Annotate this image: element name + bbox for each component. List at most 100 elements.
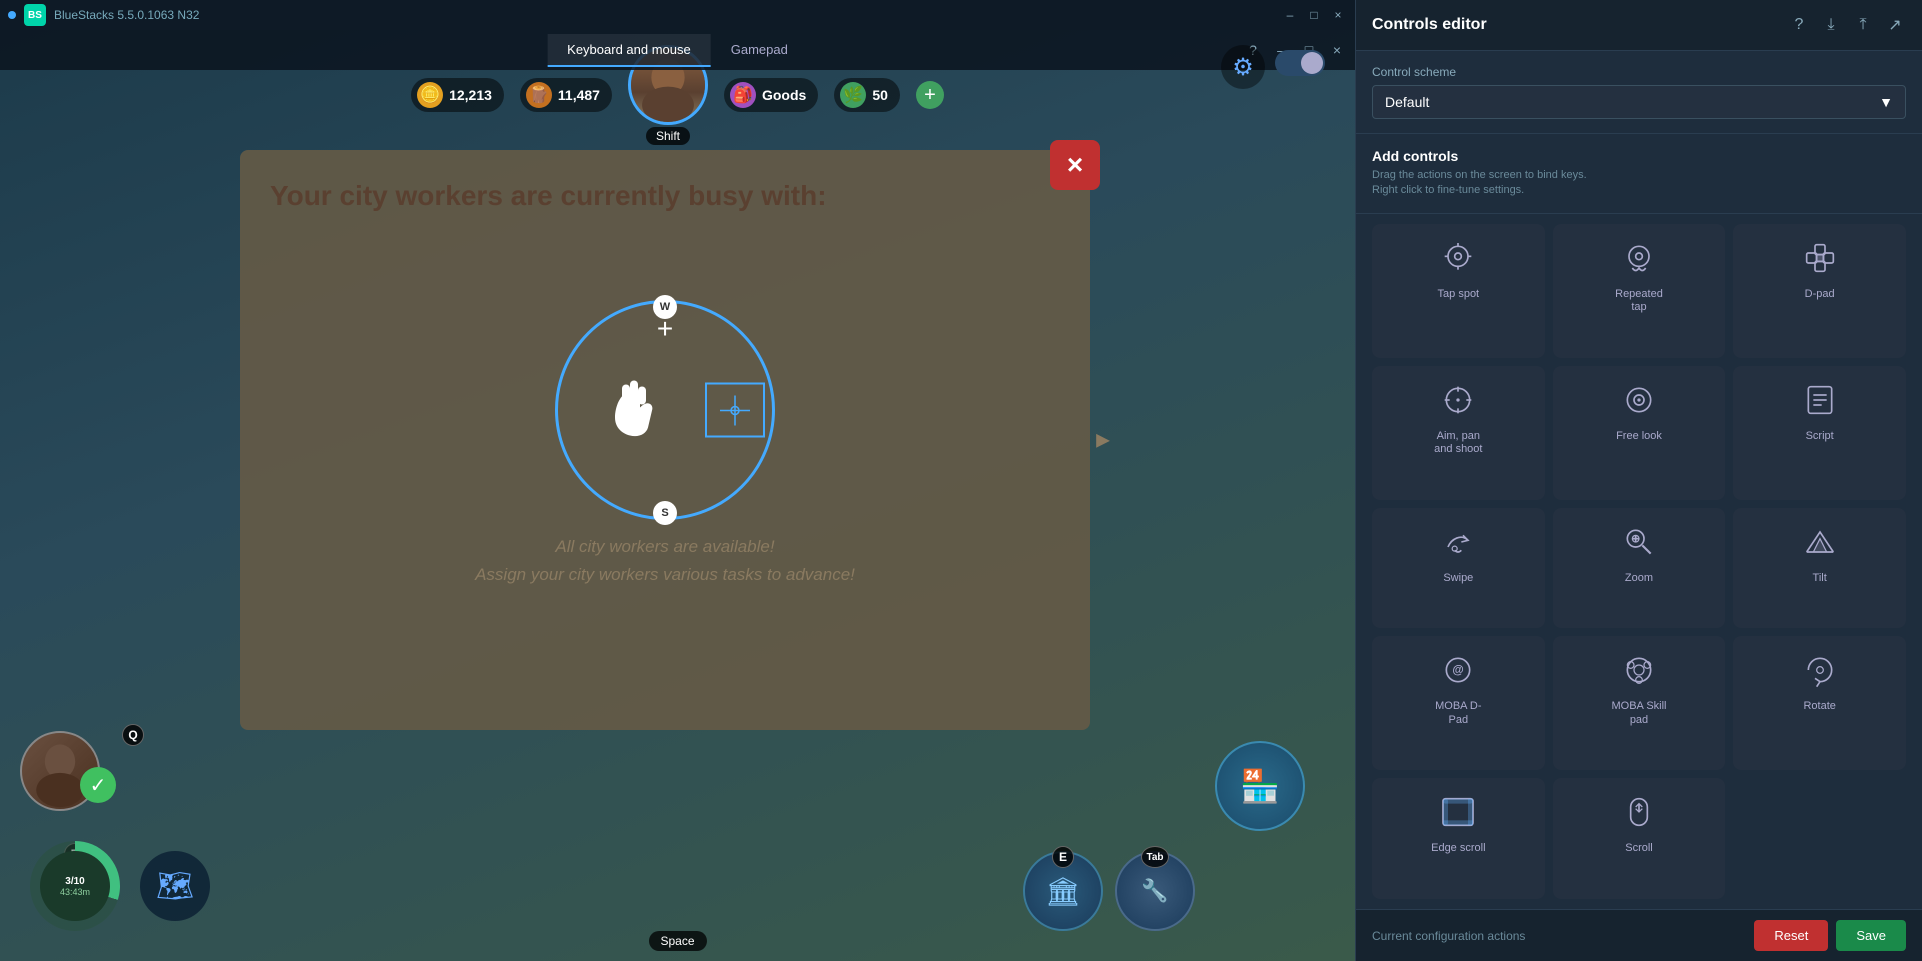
zoom-icon (1615, 518, 1663, 566)
s-key: S (653, 501, 677, 525)
gold-icon: 🪙 (417, 82, 443, 108)
current-config-label: Current configuration actions (1372, 929, 1525, 943)
control-moba-skill-pad[interactable]: MOBA Skillpad (1553, 636, 1726, 770)
tab-gamepad[interactable]: Gamepad (711, 34, 808, 67)
action-buttons-row: 🏛 E 🔧 Tab (1023, 851, 1195, 931)
svg-text:@: @ (1453, 664, 1464, 677)
scheme-value: Default (1385, 94, 1429, 110)
tab-button-container: 🔧 Tab (1115, 851, 1195, 931)
d-pad-icon (1796, 234, 1844, 282)
help-icon[interactable]: ? (1788, 14, 1810, 36)
timer-inner: 3/10 43:43m (40, 851, 110, 921)
goods-label: Goods (762, 87, 806, 103)
control-edge-scroll[interactable]: Edge scroll (1372, 778, 1545, 899)
tab-key-badge: Tab (1141, 846, 1169, 868)
repeated-tap-icon (1615, 234, 1663, 282)
control-script[interactable]: Script (1733, 366, 1906, 500)
resource-bar: 🪙 12,213 🪵 11,487 Shift 🎒 Goods (0, 70, 1355, 120)
export-icon[interactable]: ⤒ (1852, 14, 1874, 36)
control-tilt[interactable]: Tilt (1733, 508, 1906, 629)
control-swipe[interactable]: Swipe (1372, 508, 1545, 629)
controls-editor-title: Controls editor (1372, 16, 1487, 34)
gold-resource: 🪙 12,213 (411, 78, 504, 112)
e-button-container: 🏛 E (1023, 851, 1103, 931)
tap-spot-icon (1434, 234, 1482, 282)
goods-resource: 🎒 Goods (724, 78, 818, 112)
chevron-down-icon: ▼ (1879, 94, 1893, 110)
space-key-label: Space (648, 931, 706, 951)
tilt-label: Tilt (1813, 572, 1827, 585)
swipe-icon (1434, 518, 1482, 566)
bs-title: BlueStacks 5.5.0.1063 N32 (54, 8, 199, 22)
modal-title: Your city workers are currently busy wit… (270, 180, 1060, 212)
control-free-look[interactable]: Free look (1553, 366, 1726, 500)
moba-d-pad-label: MOBA D-Pad (1435, 700, 1481, 726)
control-repeated-tap[interactable]: Repeatedtap (1553, 224, 1726, 358)
bluestacks-bar: BS BlueStacks 5.5.0.1063 N32 – □ × (0, 0, 1355, 30)
toggle-switch[interactable] (1275, 50, 1325, 76)
close-icon[interactable]: × (1327, 40, 1347, 60)
map-icon[interactable]: 🗺 (140, 851, 210, 921)
script-label: Script (1806, 430, 1834, 443)
minimize-button[interactable]: – (1281, 6, 1299, 24)
goods-icon: 🎒 (730, 82, 756, 108)
control-scroll[interactable]: Scroll (1553, 778, 1726, 899)
tab-keyboard-mouse[interactable]: Keyboard and mouse (547, 34, 711, 67)
shift-label: Shift (646, 127, 690, 145)
control-scheme-label: Control scheme (1372, 65, 1906, 79)
add-controls-section: Add controls Drag the actions on the scr… (1356, 134, 1922, 214)
green-resource: 🌿 50 (834, 78, 900, 112)
modal-text2: Assign your city workers various tasks t… (475, 565, 855, 585)
pan-shoot-graphic: W S + (550, 295, 780, 525)
timer-ring: 3/10 43:43m (30, 841, 120, 931)
wood-resource: 🪵 11,487 (520, 78, 612, 112)
scroll-icon (1615, 788, 1663, 836)
check-badge: ✓ (80, 767, 116, 803)
control-tap-spot[interactable]: Tap spot (1372, 224, 1545, 358)
controls-editor-panel: Controls editor ? ⤓ ⤒ ↗ Control scheme D… (1355, 0, 1922, 961)
modal-dialog: × Your city workers are currently busy w… (240, 150, 1090, 730)
timer-time: 43:43m (60, 887, 90, 897)
control-moba-d-pad[interactable]: @ MOBA D-Pad (1372, 636, 1545, 770)
bs-icon: BS (24, 4, 46, 26)
zoom-label: Zoom (1625, 572, 1653, 585)
control-d-pad[interactable]: D-pad (1733, 224, 1906, 358)
tilt-icon (1796, 518, 1844, 566)
plus-symbol: + (657, 313, 673, 345)
inner-square (705, 383, 765, 438)
green-icon: 🌿 (840, 82, 866, 108)
control-zoom[interactable]: Zoom (1553, 508, 1726, 629)
controls-header: Controls editor ? ⤓ ⤒ ↗ (1356, 0, 1922, 51)
wood-value: 11,487 (558, 87, 600, 103)
control-scheme-select[interactable]: Default ▼ (1372, 85, 1906, 119)
green-value: 50 (872, 87, 888, 103)
bottom-bar: Current configuration actions Reset Save (1356, 909, 1922, 961)
moba-skill-pad-icon (1615, 646, 1663, 694)
settings-gear-icon[interactable]: ⚙ (1221, 45, 1265, 89)
hand-gesture-icon (600, 373, 670, 448)
import-icon[interactable]: ⤓ (1820, 14, 1842, 36)
restore-button[interactable]: □ (1305, 6, 1323, 24)
aim-pan-shoot-label: Aim, panand shoot (1434, 430, 1482, 456)
control-scheme-section: Control scheme Default ▼ (1356, 51, 1922, 134)
rotate-icon (1796, 646, 1844, 694)
edge-scroll-label: Edge scroll (1431, 842, 1485, 855)
control-aim-pan-shoot[interactable]: Aim, panand shoot (1372, 366, 1545, 500)
bs-dot (8, 11, 16, 19)
tap-spot-label: Tap spot (1438, 288, 1480, 301)
reset-button[interactable]: Reset (1754, 920, 1828, 951)
bottom-actions: Reset Save (1754, 920, 1906, 951)
add-resource-button[interactable]: + (916, 81, 944, 109)
scroll-label: Scroll (1625, 842, 1653, 855)
window-controls: – □ × (1281, 6, 1347, 24)
share-icon[interactable]: ↗ (1884, 14, 1906, 36)
game-area: BS BlueStacks 5.5.0.1063 N32 – □ × Keybo… (0, 0, 1355, 961)
q-key-badge: Q (122, 724, 144, 746)
close-button[interactable]: × (1329, 6, 1347, 24)
control-rotate[interactable]: Rotate (1733, 636, 1906, 770)
save-button[interactable]: Save (1836, 920, 1906, 951)
store-button[interactable]: 🏪 (1215, 741, 1305, 831)
free-look-icon (1615, 376, 1663, 424)
swipe-label: Swipe (1443, 572, 1473, 585)
modal-close-button[interactable]: × (1050, 140, 1100, 190)
